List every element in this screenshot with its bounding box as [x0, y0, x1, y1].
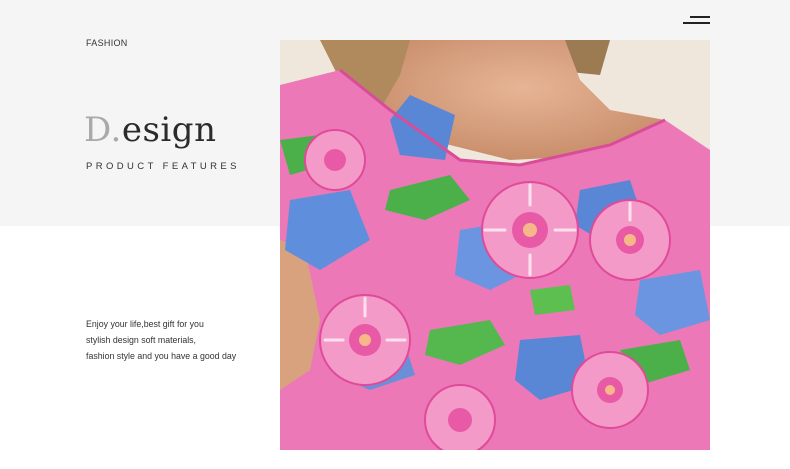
description-line: stylish design soft materials,: [86, 334, 197, 345]
hamburger-menu-icon[interactable]: [683, 14, 710, 26]
menu-line-short: [690, 16, 710, 18]
product-photo: [280, 40, 710, 450]
description-line: Enjoy your life,best gift for you: [86, 319, 204, 329]
fashion-kicker: FASHION: [86, 38, 128, 48]
design-title: D.esign: [84, 108, 216, 152]
description-text: Enjoy your life,best gift for you stylis…: [86, 317, 236, 364]
menu-line-long: [683, 22, 710, 24]
description-line: fashion style and you have a good day: [86, 350, 237, 361]
design-title-rest: esign: [121, 110, 217, 150]
design-title-initial: D.: [84, 110, 122, 150]
product-features-subtitle: PRODUCT FEATURES: [86, 161, 240, 172]
floral-shirt-illustration: [280, 40, 710, 450]
